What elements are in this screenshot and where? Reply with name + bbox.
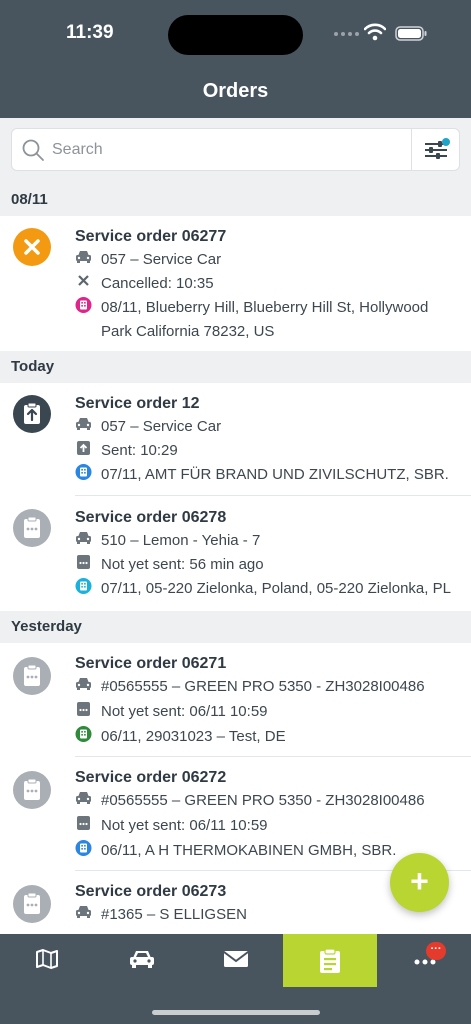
add-order-button[interactable]: + [390,853,449,912]
divider [75,495,471,496]
section-header-yesterday: Yesterday [0,611,471,643]
pending-clipboard-icon [77,702,90,716]
building-icon [75,578,92,594]
search-icon [22,139,44,161]
status-time: 11:39 [66,22,114,43]
plus-icon: + [410,863,429,899]
car-icon [76,251,91,263]
app-header: 11:39 Orders [0,0,471,118]
section-header-today: Today [0,351,471,383]
tab-orders[interactable] [283,934,377,987]
orders-clipboard-icon [320,948,340,973]
section-header-date: 08/11 [0,184,471,216]
building-icon [75,726,92,742]
building-icon [75,840,92,856]
building-icon [75,297,92,313]
mail-icon [223,951,249,967]
sent-icon [13,395,51,433]
wifi-icon [364,23,386,41]
order-title: Service order 12 [75,395,200,412]
tab-vehicles[interactable] [94,934,188,987]
tab-more[interactable] [377,934,471,987]
order-title: Service order 06278 [75,509,227,526]
order-title: Service order 06277 [75,228,227,245]
search-bar-row [0,118,471,184]
page-title: Orders [202,80,269,102]
order-title: Service order 06271 [75,655,227,672]
car-icon [130,951,154,968]
search-input[interactable] [52,129,402,170]
filter-button[interactable] [411,128,460,171]
pending-icon [13,771,51,809]
tab-map[interactable] [0,934,94,987]
map-icon [36,949,58,969]
filter-active-dot [442,138,450,146]
cellular-signal-icon [334,32,359,36]
order-list-item[interactable]: Service order 06278 510 – Lemon - Yehia … [0,497,471,609]
car-icon [76,418,91,430]
close-icon [78,275,89,286]
search-box[interactable] [11,128,411,171]
car-icon [76,532,91,544]
car-icon [76,678,91,690]
pending-clipboard-icon [77,555,90,569]
order-title: Service order 06273 [75,883,227,900]
pending-clipboard-icon [77,816,90,830]
pending-icon [13,509,51,547]
battery-icon [395,26,427,41]
notification-badge: ··· [426,942,446,960]
order-list-item[interactable]: Service order 06277 057 – Service Car Ca… [0,216,471,350]
pending-icon [13,885,51,923]
order-title: Service order 06272 [75,769,227,786]
order-list-item[interactable]: Service order 06271 #0565555 – GREEN PRO… [0,643,471,755]
building-icon [75,464,92,480]
order-list-item[interactable]: Service order 12 057 – Service Car Sent:… [0,383,471,495]
cancelled-icon [13,228,51,266]
car-icon [76,906,91,918]
dynamic-island [168,15,303,55]
pending-icon [13,657,51,695]
car-icon [76,792,91,804]
home-indicator [152,1010,320,1015]
sent-clipboard-icon [77,441,90,455]
tab-messages[interactable] [188,934,282,987]
